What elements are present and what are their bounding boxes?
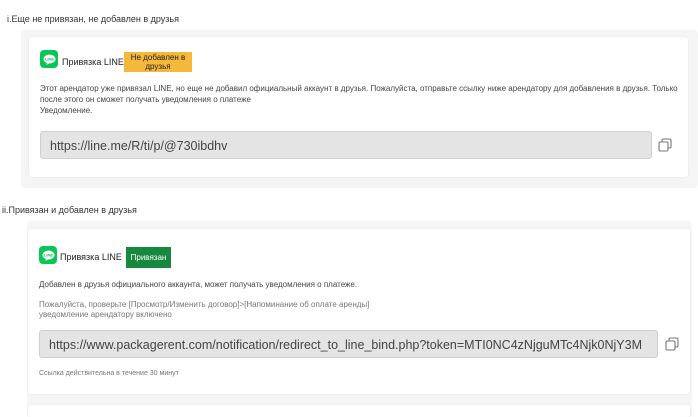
- bind-url-field[interactable]: https://www.packagerent.com/notification…: [39, 330, 658, 358]
- description-text: Добавлен в друзья официального аккаунта,…: [39, 280, 358, 289]
- copy-icon[interactable]: [658, 138, 672, 152]
- line-logo-icon: LINE: [39, 246, 57, 264]
- line-logo-icon: LINE: [40, 50, 58, 68]
- status-badge-bound: Привязан: [126, 247, 171, 268]
- copy-icon[interactable]: [665, 337, 679, 351]
- next-card-edge: [28, 405, 690, 417]
- notice-label: Уведомление.: [40, 106, 93, 115]
- card-added: LINE Привязка LINE Привязан Добавлен в д…: [28, 229, 690, 394]
- hint-line-2: уведомление арендатору включено: [39, 310, 172, 319]
- description-text: Этот арендатор уже привязал LINE, но еще…: [40, 84, 678, 104]
- section-title-added: ii.Привязан и добавлен в друзья: [2, 205, 137, 215]
- status-badge-not-added: Не добавлен в друзья: [124, 52, 192, 72]
- section-title-not-added: i.Еще не привязан, не добавлен в друзья: [7, 14, 179, 24]
- link-validity-note: Ссылка действительна в течение 30 минут: [39, 370, 179, 377]
- svg-text:LINE: LINE: [44, 56, 53, 61]
- card-not-added: LINE Привязка LINE Не добавлен в друзья …: [29, 37, 688, 177]
- svg-text:LINE: LINE: [43, 252, 52, 257]
- line-binding-label: Привязка LINE: [60, 252, 122, 262]
- line-add-url-field[interactable]: https://line.me/R/ti/p/@730ibdhv: [40, 131, 652, 159]
- line-binding-label: Привязка LINE: [62, 57, 124, 67]
